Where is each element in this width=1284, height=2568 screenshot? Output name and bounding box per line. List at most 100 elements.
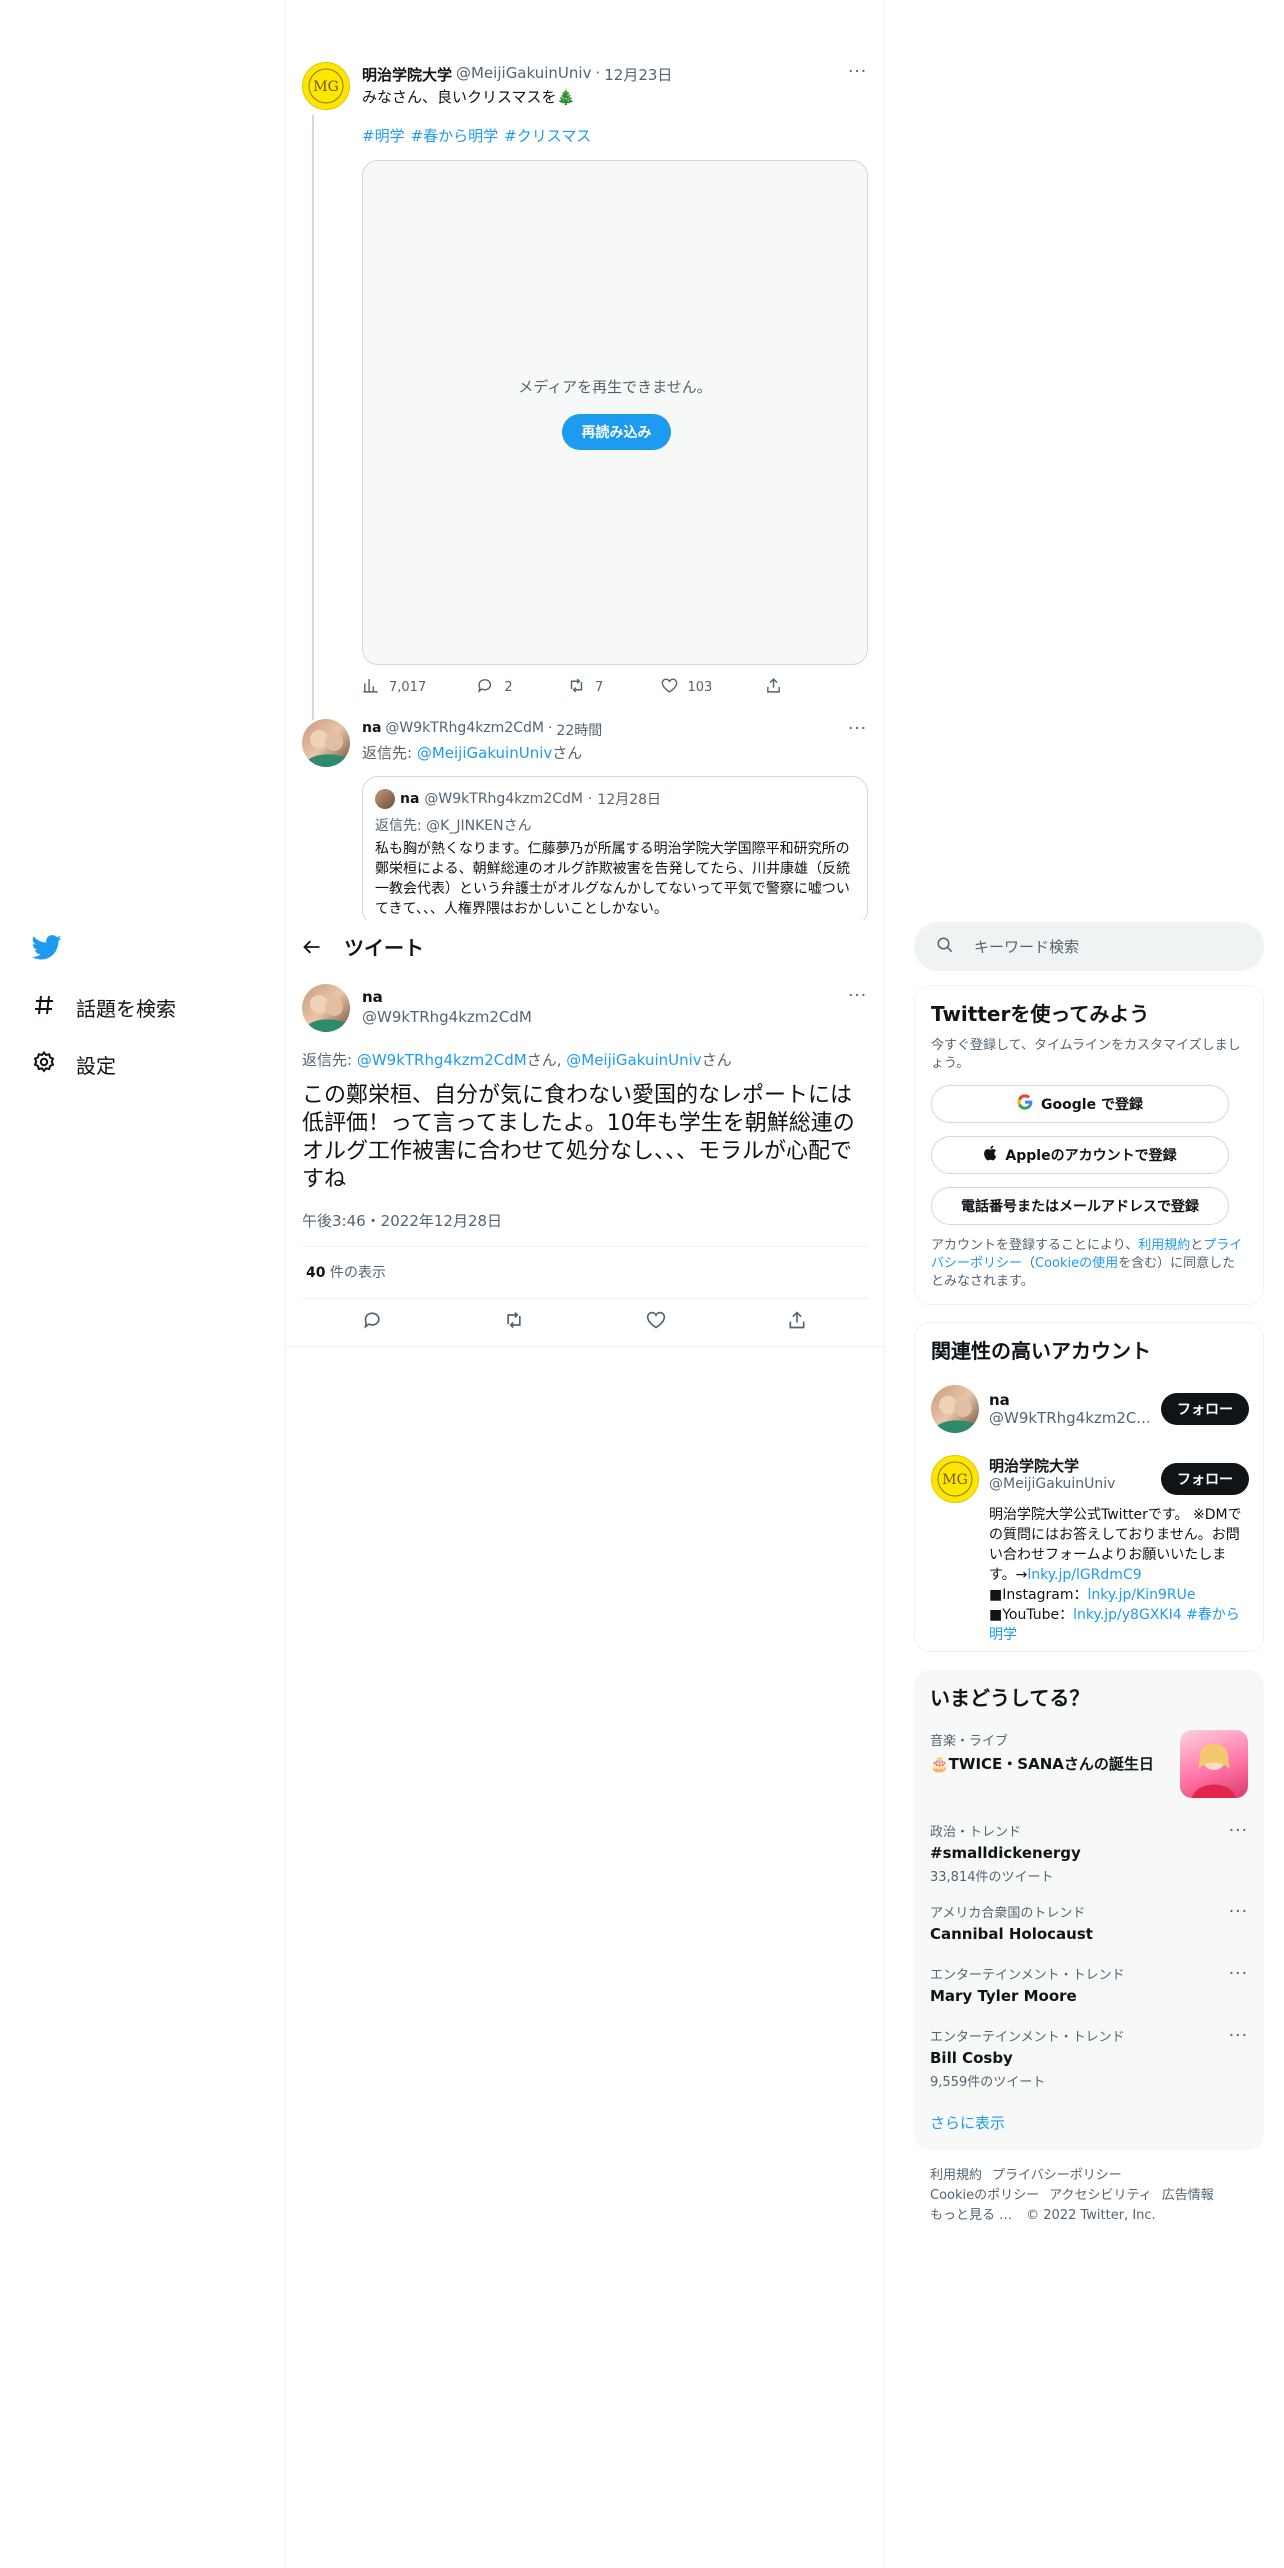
show-more-link[interactable]: さらに表示 [930,2112,1005,2133]
tweet-actions: 7,017 2 7 103 [362,676,782,698]
trend-item[interactable]: エンターテインメント・トレンド Bill Cosby 9,559件のツイート ·… [930,2026,1248,2090]
more-icon[interactable]: ··· [848,62,867,82]
more-icon[interactable]: ··· [848,719,867,739]
signup-title: Twitterを使ってみよう [931,1002,1150,1026]
mention-link[interactable]: @W9kTRhg4kzm2CdM [357,1051,527,1069]
views-button[interactable]: 7,017 [362,677,477,698]
footer-ads-link[interactable]: 広告情報 [1162,2188,1214,2203]
avatar[interactable] [302,719,350,767]
reply-icon[interactable] [363,1310,383,1332]
tweet-time[interactable]: 22時間 [556,720,602,740]
tweet-header: na @W9kTRhg4kzm2CdM · 22時間 [362,720,602,740]
hashtag-link[interactable]: #クリスマス [504,125,591,147]
trend-item[interactable]: エンターテインメント・トレンド Mary Tyler Moore ··· [930,1964,1248,2005]
avatar[interactable] [302,984,350,1032]
follow-button[interactable]: フォロー [1161,1393,1249,1425]
trend-name: Bill Cosby [930,2049,1013,2067]
views-stat[interactable]: 40 件の表示 [306,1262,386,1282]
mention: @K_JINKEN [426,818,504,834]
reply-to-label: 返信先: [302,1051,357,1069]
hashtag-link[interactable]: #春から [1182,1607,1240,1623]
hashtag-link[interactable]: #明学 [362,125,405,147]
like-button[interactable]: 103 [661,677,765,698]
trend-category: アメリカ合衆国のトレンド [930,1906,1086,1921]
apple-signup-button[interactable]: Appleのアカウントで登録 [931,1136,1229,1174]
author-name[interactable]: na [362,720,381,740]
author-handle[interactable]: @W9kTRhg4kzm2CdM [385,720,544,740]
apple-signup-label: Appleのアカウントで登録 [1005,1148,1177,1164]
footer-more-link[interactable]: もっと見る … [930,2208,1012,2223]
terms-link[interactable]: 利用規約 [1138,1238,1190,1253]
search-box[interactable]: キーワード検索 [914,922,1264,971]
bio-link[interactable]: lnky.jp/Kin9RUe [1087,1587,1195,1603]
signup-buttons: Google で登録 Appleのアカウントで登録 電話番号またはメールアドレス… [931,1085,1247,1225]
more-icon[interactable]: ··· [1229,1902,1248,1922]
related-title: 関連性の高いアカウント [931,1339,1151,1363]
trend-item[interactable]: 政治・トレンド #smalldickenergy 33,814件のツイート ··… [930,1821,1248,1885]
reply-to: 返信先: @W9kTRhg4kzm2CdMさん, @MeijiGakuinUni… [302,1049,732,1070]
trend-item[interactable]: 音楽・ライブ 🎂TWICE・SANAさんの誕生日 [930,1730,1248,1800]
footer-cookie-link[interactable]: Cookieのポリシー [930,2188,1039,2203]
heart-icon[interactable] [646,1310,666,1332]
author-name[interactable]: na [362,988,383,1006]
google-signup-button[interactable]: Google で登録 [931,1085,1229,1123]
reply-to: 返信先: @MeijiGakuinUnivさん [362,742,582,763]
bio-link[interactable]: lnky.jp/y8GXKI4 [1073,1607,1181,1623]
reply-to-suffix: さん [701,1051,732,1069]
footer-terms-link[interactable]: 利用規約 [930,2168,982,2183]
hashtag-link[interactable]: #春から明学 [411,125,499,147]
related-account[interactable]: MG 明治学院大学 @MeijiGakuinUniv フォロー 明治学院大学公式… [931,1455,1249,1645]
main-tweet-text: この鄭栄桓、自分が気に食わない愛国的なレポートには低評価！って言ってましたよ。1… [302,1083,855,1192]
reply-to-label: 返信先: [362,744,417,762]
hashtag-link[interactable]: 明学 [989,1627,1017,1643]
tweet-date[interactable]: 12月23日 [604,64,672,85]
author-handle[interactable]: @MeijiGakuinUniv [456,64,591,85]
reply-to-suffix: さん [503,818,532,834]
more-icon[interactable]: ··· [848,986,867,1006]
thread-line [312,115,314,720]
retweet-button[interactable]: 7 [568,677,661,698]
bio-link[interactable]: lnky.jp/lGRdmC9 [1027,1567,1141,1583]
footer-accessibility-link[interactable]: アクセシビリティ [1049,2188,1152,2203]
share-button[interactable] [765,677,782,698]
author-handle[interactable]: @W9kTRhg4kzm2CdM [362,1008,532,1026]
nav-explore[interactable]: 話題を検索 [32,987,176,1027]
reload-button[interactable]: 再読み込み [562,414,671,450]
account-handle: @MeijiGakuinUniv [989,1476,1116,1492]
trends-title: いまどうしてる？ [930,1686,1090,1710]
search-input[interactable]: キーワード検索 [974,936,1079,957]
terms-prefix: アカウントを登録することにより、 [931,1238,1139,1253]
tweet-text: みなさん、良いクリスマスを🎄 [362,88,576,106]
twitter-logo-icon[interactable] [31,932,62,962]
more-icon[interactable]: ··· [1229,1821,1248,1841]
related-account[interactable]: na @W9kTRhg4kzm2C... フォロー [931,1385,1249,1433]
follow-button[interactable]: フォロー [1161,1463,1249,1495]
nav-settings[interactable]: 設定 [32,1044,116,1084]
cookie-link[interactable]: Cookieの使用 [1035,1256,1118,1271]
trend-name: Mary Tyler Moore [930,1987,1077,2005]
reply-count: 2 [504,679,513,695]
reply-to-suffix: さん [552,744,583,762]
author-name[interactable]: 明治学院大学 [362,64,452,85]
reply-button[interactable]: 2 [477,677,568,698]
retweet-icon[interactable] [504,1310,524,1332]
quoted-tweet[interactable]: na @W9kTRhg4kzm2CdM · 12月28日 返信先: @K_JIN… [362,776,868,926]
trend-category: エンターテインメント・トレンド [930,1968,1125,1983]
phone-signup-button[interactable]: 電話番号またはメールアドレスで登録 [931,1187,1229,1225]
account-name: 明治学院大学 [989,1457,1080,1475]
trend-item[interactable]: アメリカ合衆国のトレンド Cannibal Holocaust ··· [930,1902,1248,1943]
mention-link[interactable]: @MeijiGakuinUniv [566,1051,701,1069]
reply-icon [477,677,494,698]
more-icon[interactable]: ··· [1229,1964,1248,1984]
google-icon [1017,1094,1033,1114]
back-arrow-icon[interactable] [302,937,332,957]
more-icon[interactable]: ··· [1229,2026,1248,2046]
share-icon[interactable] [787,1310,807,1332]
footer-privacy-link[interactable]: プライバシーポリシー [992,2168,1122,2183]
account-bio: 明治学院大学公式Twitterです。 ※DMでの質問にはお答えしておりません。お… [989,1505,1249,1645]
tweet-timestamp[interactable]: 午後3:46・2022年12月28日 [302,1210,502,1231]
avatar[interactable]: MG [302,62,350,110]
views-count: 7,017 [389,679,427,695]
nav-settings-label: 設定 [76,1053,116,1078]
mention-link[interactable]: @MeijiGakuinUniv [417,744,552,762]
